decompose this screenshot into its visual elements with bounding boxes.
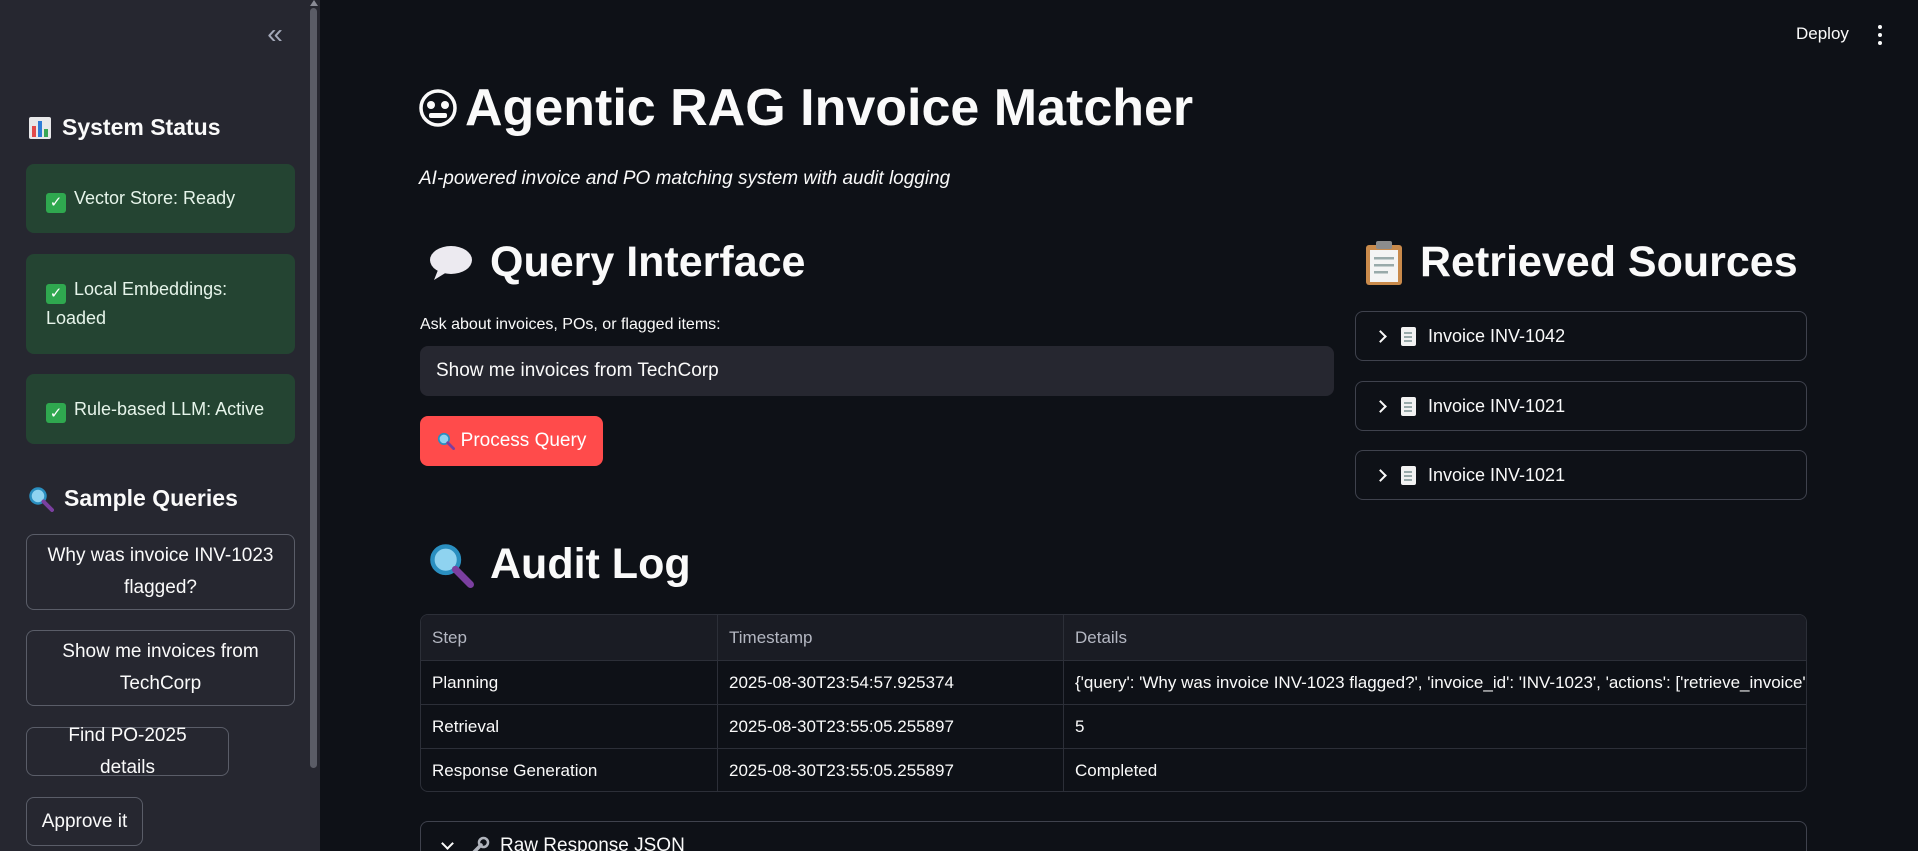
source-label: Invoice INV-1042 (1428, 325, 1566, 346)
check-icon: ✓ (46, 283, 66, 304)
scrollbar-thumb[interactable] (310, 8, 317, 768)
magnifier-icon (29, 486, 54, 512)
raw-response-expander[interactable]: Raw Response JSON (420, 821, 1807, 851)
clipboard-icon (1366, 240, 1402, 285)
document-icon (1401, 396, 1416, 416)
status-label: Local Embeddings: Loaded (46, 279, 228, 328)
page-title-text: Agentic RAG Invoice Matcher (465, 79, 1194, 137)
table-cell[interactable]: Retrieval (421, 705, 718, 748)
process-query-button[interactable]: Process Query (420, 416, 603, 466)
sidebar: « System Status ✓ Vector Store: Ready ✓ Lo… (0, 0, 320, 851)
status-label: Rule-based LLM: Active (74, 398, 265, 419)
query-input[interactable] (420, 346, 1334, 396)
sample-query-button[interactable]: Show me invoices from TechCorp (26, 630, 295, 706)
document-icon (1401, 326, 1416, 346)
chevron-right-icon (1374, 468, 1387, 482)
magnifier-icon (430, 543, 474, 588)
query-field-label: Ask about invoices, POs, or flagged item… (420, 316, 721, 333)
sample-queries-title: Sample Queries (64, 485, 238, 511)
chevron-right-icon (1374, 329, 1387, 343)
collapse-sidebar-icon[interactable]: « (262, 20, 288, 48)
scroll-up-arrow-icon[interactable] (310, 0, 318, 6)
audit-log-table[interactable]: Step Timestamp Details Planning 2025-08-… (420, 614, 1807, 792)
process-query-label: Process Query (460, 430, 587, 451)
table-cell[interactable]: 2025-08-30T23:55:05.255897 (718, 749, 1064, 791)
query-interface-heading: Query Interface (428, 238, 805, 287)
sample-queries-heading: Sample Queries (28, 485, 238, 512)
audit-log-title: Audit Log (490, 540, 691, 588)
check-icon: ✓ (46, 403, 66, 423)
page-subtitle: AI-powered invoice and PO matching syste… (419, 168, 951, 189)
source-expander[interactable]: Invoice INV-1021 (1355, 450, 1807, 500)
wrench-icon (472, 836, 490, 851)
magnifier-icon (437, 432, 455, 450)
raw-response-label: Raw Response JSON (500, 835, 685, 851)
chevron-right-icon (1374, 399, 1387, 413)
bar-chart-icon (29, 116, 51, 139)
table-cell[interactable]: 2025-08-30T23:54:57.925374 (718, 661, 1064, 704)
source-expander[interactable]: Invoice INV-1042 (1355, 311, 1807, 361)
sample-query-button[interactable]: Approve it (26, 797, 143, 846)
sidebar-scrollbar[interactable] (309, 0, 318, 770)
table-cell[interactable]: 5 (1064, 705, 1806, 748)
column-header[interactable]: Details (1064, 615, 1806, 660)
page-title: Agentic RAG Invoice Matcher (417, 78, 1193, 138)
main-menu-icon[interactable] (1872, 24, 1888, 46)
document-icon (1401, 465, 1416, 485)
table-cell[interactable]: Completed (1064, 749, 1806, 791)
table-row: Planning 2025-08-30T23:54:57.925374 {'qu… (421, 661, 1806, 705)
source-expander[interactable]: Invoice INV-1021 (1355, 381, 1807, 431)
table-row: Response Generation 2025-08-30T23:55:05.… (421, 749, 1806, 791)
system-status-heading: System Status (28, 114, 221, 141)
system-status-title: System Status (62, 114, 221, 140)
table-cell[interactable]: Planning (421, 661, 718, 704)
source-label: Invoice INV-1021 (1428, 464, 1566, 485)
table-cell[interactable]: 2025-08-30T23:55:05.255897 (718, 705, 1064, 748)
table-cell[interactable]: {'query': 'Why was invoice INV-1023 flag… (1064, 661, 1806, 704)
table-row: Retrieval 2025-08-30T23:55:05.255897 5 (421, 705, 1806, 749)
retrieved-sources-heading: Retrieved Sources (1364, 238, 1798, 287)
speech-bubble-icon (430, 245, 472, 280)
table-header-row: Step Timestamp Details (421, 615, 1806, 661)
check-icon: ✓ (46, 192, 66, 213)
status-label: Vector Store: Ready (74, 188, 236, 208)
retrieved-sources-title: Retrieved Sources (1420, 238, 1798, 286)
status-local-embeddings: ✓ Local Embeddings: Loaded (26, 254, 295, 354)
status-rule-based-llm: ✓ Rule-based LLM: Active (26, 374, 295, 444)
deploy-button[interactable]: Deploy (1796, 24, 1849, 44)
robot-face-icon (419, 89, 457, 127)
sample-query-button[interactable]: Why was invoice INV-1023 flagged? (26, 534, 295, 610)
query-interface-title: Query Interface (490, 238, 806, 286)
sample-query-button[interactable]: Find PO-2025 details (26, 725, 229, 778)
table-cell[interactable]: Response Generation (421, 749, 718, 791)
audit-log-heading: Audit Log (428, 540, 691, 589)
column-header[interactable]: Step (421, 615, 718, 660)
status-vector-store: ✓ Vector Store: Ready (26, 164, 295, 233)
source-label: Invoice INV-1021 (1428, 395, 1566, 416)
chevron-down-icon (441, 836, 454, 850)
column-header[interactable]: Timestamp (718, 615, 1064, 660)
